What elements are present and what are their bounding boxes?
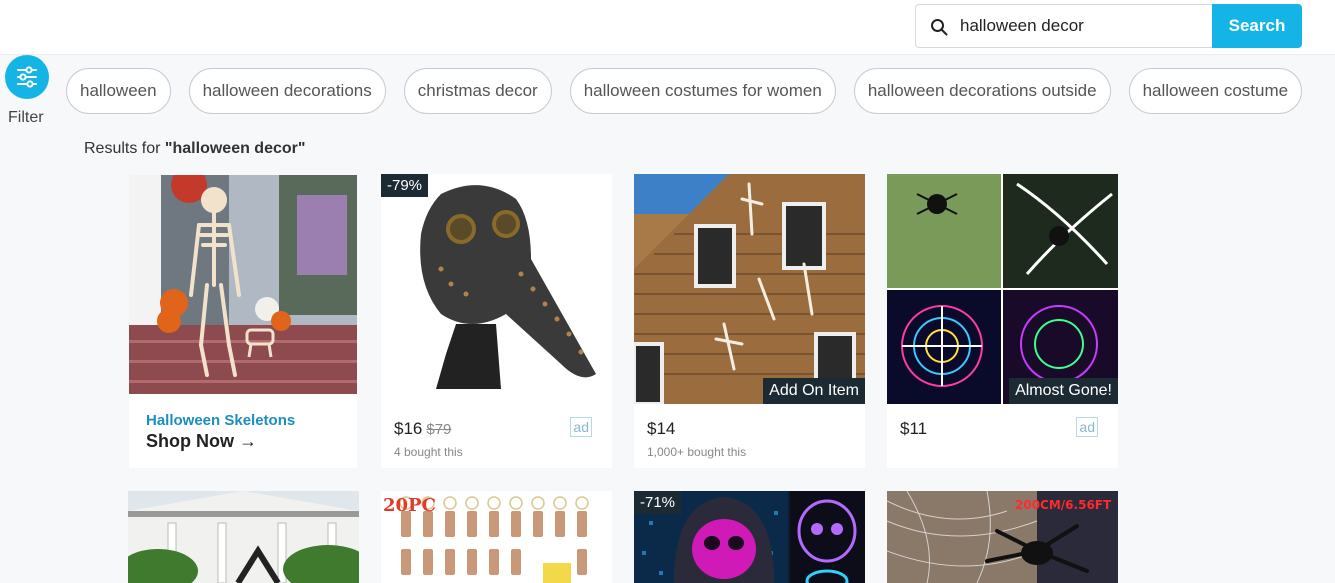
shop-now-link[interactable]: Shop Now → <box>146 431 257 452</box>
filter-button[interactable] <box>5 55 49 99</box>
product-card[interactable]: Almost Gone! $11 ad <box>887 174 1118 468</box>
promo-category[interactable]: Halloween Skeletons <box>146 412 295 429</box>
chip-halloween-costumes-for-women[interactable]: halloween costumes for women <box>569 68 836 114</box>
filter-label: Filter <box>8 109 44 126</box>
search-bar: Search <box>915 4 1302 48</box>
product-card[interactable]: 20PC <box>381 491 612 583</box>
overlay-text-size: 200CM/6.56FT <box>1015 498 1112 512</box>
product-image-spider-web-lights: Almost Gone! <box>887 174 1118 404</box>
chip-halloween-decorations[interactable]: halloween decorations <box>188 68 386 114</box>
product-price: $14 <box>647 419 676 438</box>
product-image-climbing-skeletons: Add On Item <box>634 174 865 404</box>
promo-card[interactable]: Halloween Skeletons Shop Now → <box>129 175 357 468</box>
chip-halloween[interactable]: halloween <box>66 68 171 114</box>
original-price: $79 <box>426 421 452 438</box>
product-image-cork-lights: 20PC <box>381 491 612 583</box>
product-card[interactable]: -79% $16 $79 4 bought this ad <box>381 174 612 468</box>
results-prefix: Results for <box>84 140 165 157</box>
overlay-text-20pc: 20PC <box>383 495 436 516</box>
almost-gone-label: Almost Gone! <box>1009 378 1118 404</box>
product-image-house-yard <box>128 491 359 583</box>
ad-badge: ad <box>570 417 592 437</box>
product-card[interactable]: -71% <box>634 491 865 583</box>
suggestion-chips: halloween halloween decorations christma… <box>66 68 1303 114</box>
search-button[interactable]: Search <box>1212 4 1302 48</box>
product-image-plague-mask: -79% <box>381 174 612 404</box>
top-bar: Search <box>0 0 1335 55</box>
ad-badge: ad <box>1076 417 1098 437</box>
search-box[interactable] <box>915 4 1212 48</box>
product-card[interactable] <box>128 491 359 583</box>
bought-count: 1,000+ bought this <box>647 445 747 459</box>
product-price: $11 <box>900 419 928 438</box>
chip-halloween-costume[interactable]: halloween costume <box>1128 68 1303 114</box>
chip-christmas-decor[interactable]: christmas decor <box>403 68 552 114</box>
search-icon <box>931 19 948 36</box>
product-image-giant-spider: 200CM/6.56FT <box>887 491 1118 583</box>
discount-badge: -71% <box>634 491 682 514</box>
current-price: $16 <box>394 419 423 438</box>
discount-badge: -79% <box>381 174 429 197</box>
results-query: "halloween decor" <box>164 140 306 157</box>
search-input[interactable] <box>960 16 1200 36</box>
product-price: $16 $79 <box>394 419 451 439</box>
results-heading: Results for "halloween decor" <box>84 140 305 158</box>
add-on-item-label: Add On Item <box>763 378 865 404</box>
bought-count: 4 bought this <box>394 445 463 459</box>
product-card[interactable]: 200CM/6.56FT <box>887 491 1118 583</box>
product-card[interactable]: Add On Item $14 1,000+ bought this <box>634 174 865 468</box>
sliders-icon <box>17 66 37 88</box>
chip-halloween-decorations-outside[interactable]: halloween decorations outside <box>853 68 1111 114</box>
skeleton-porch-image <box>129 175 357 394</box>
